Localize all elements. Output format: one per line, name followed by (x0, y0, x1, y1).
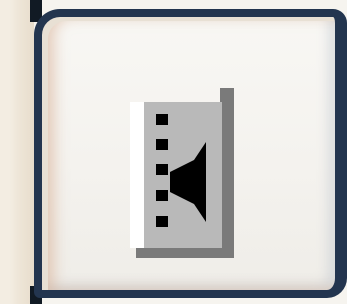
splitter-toolbar-button[interactable] (34, 9, 347, 298)
splitter-bar-icon (130, 88, 234, 258)
window-left-edge (0, 0, 34, 304)
toolbar-region (0, 0, 347, 304)
